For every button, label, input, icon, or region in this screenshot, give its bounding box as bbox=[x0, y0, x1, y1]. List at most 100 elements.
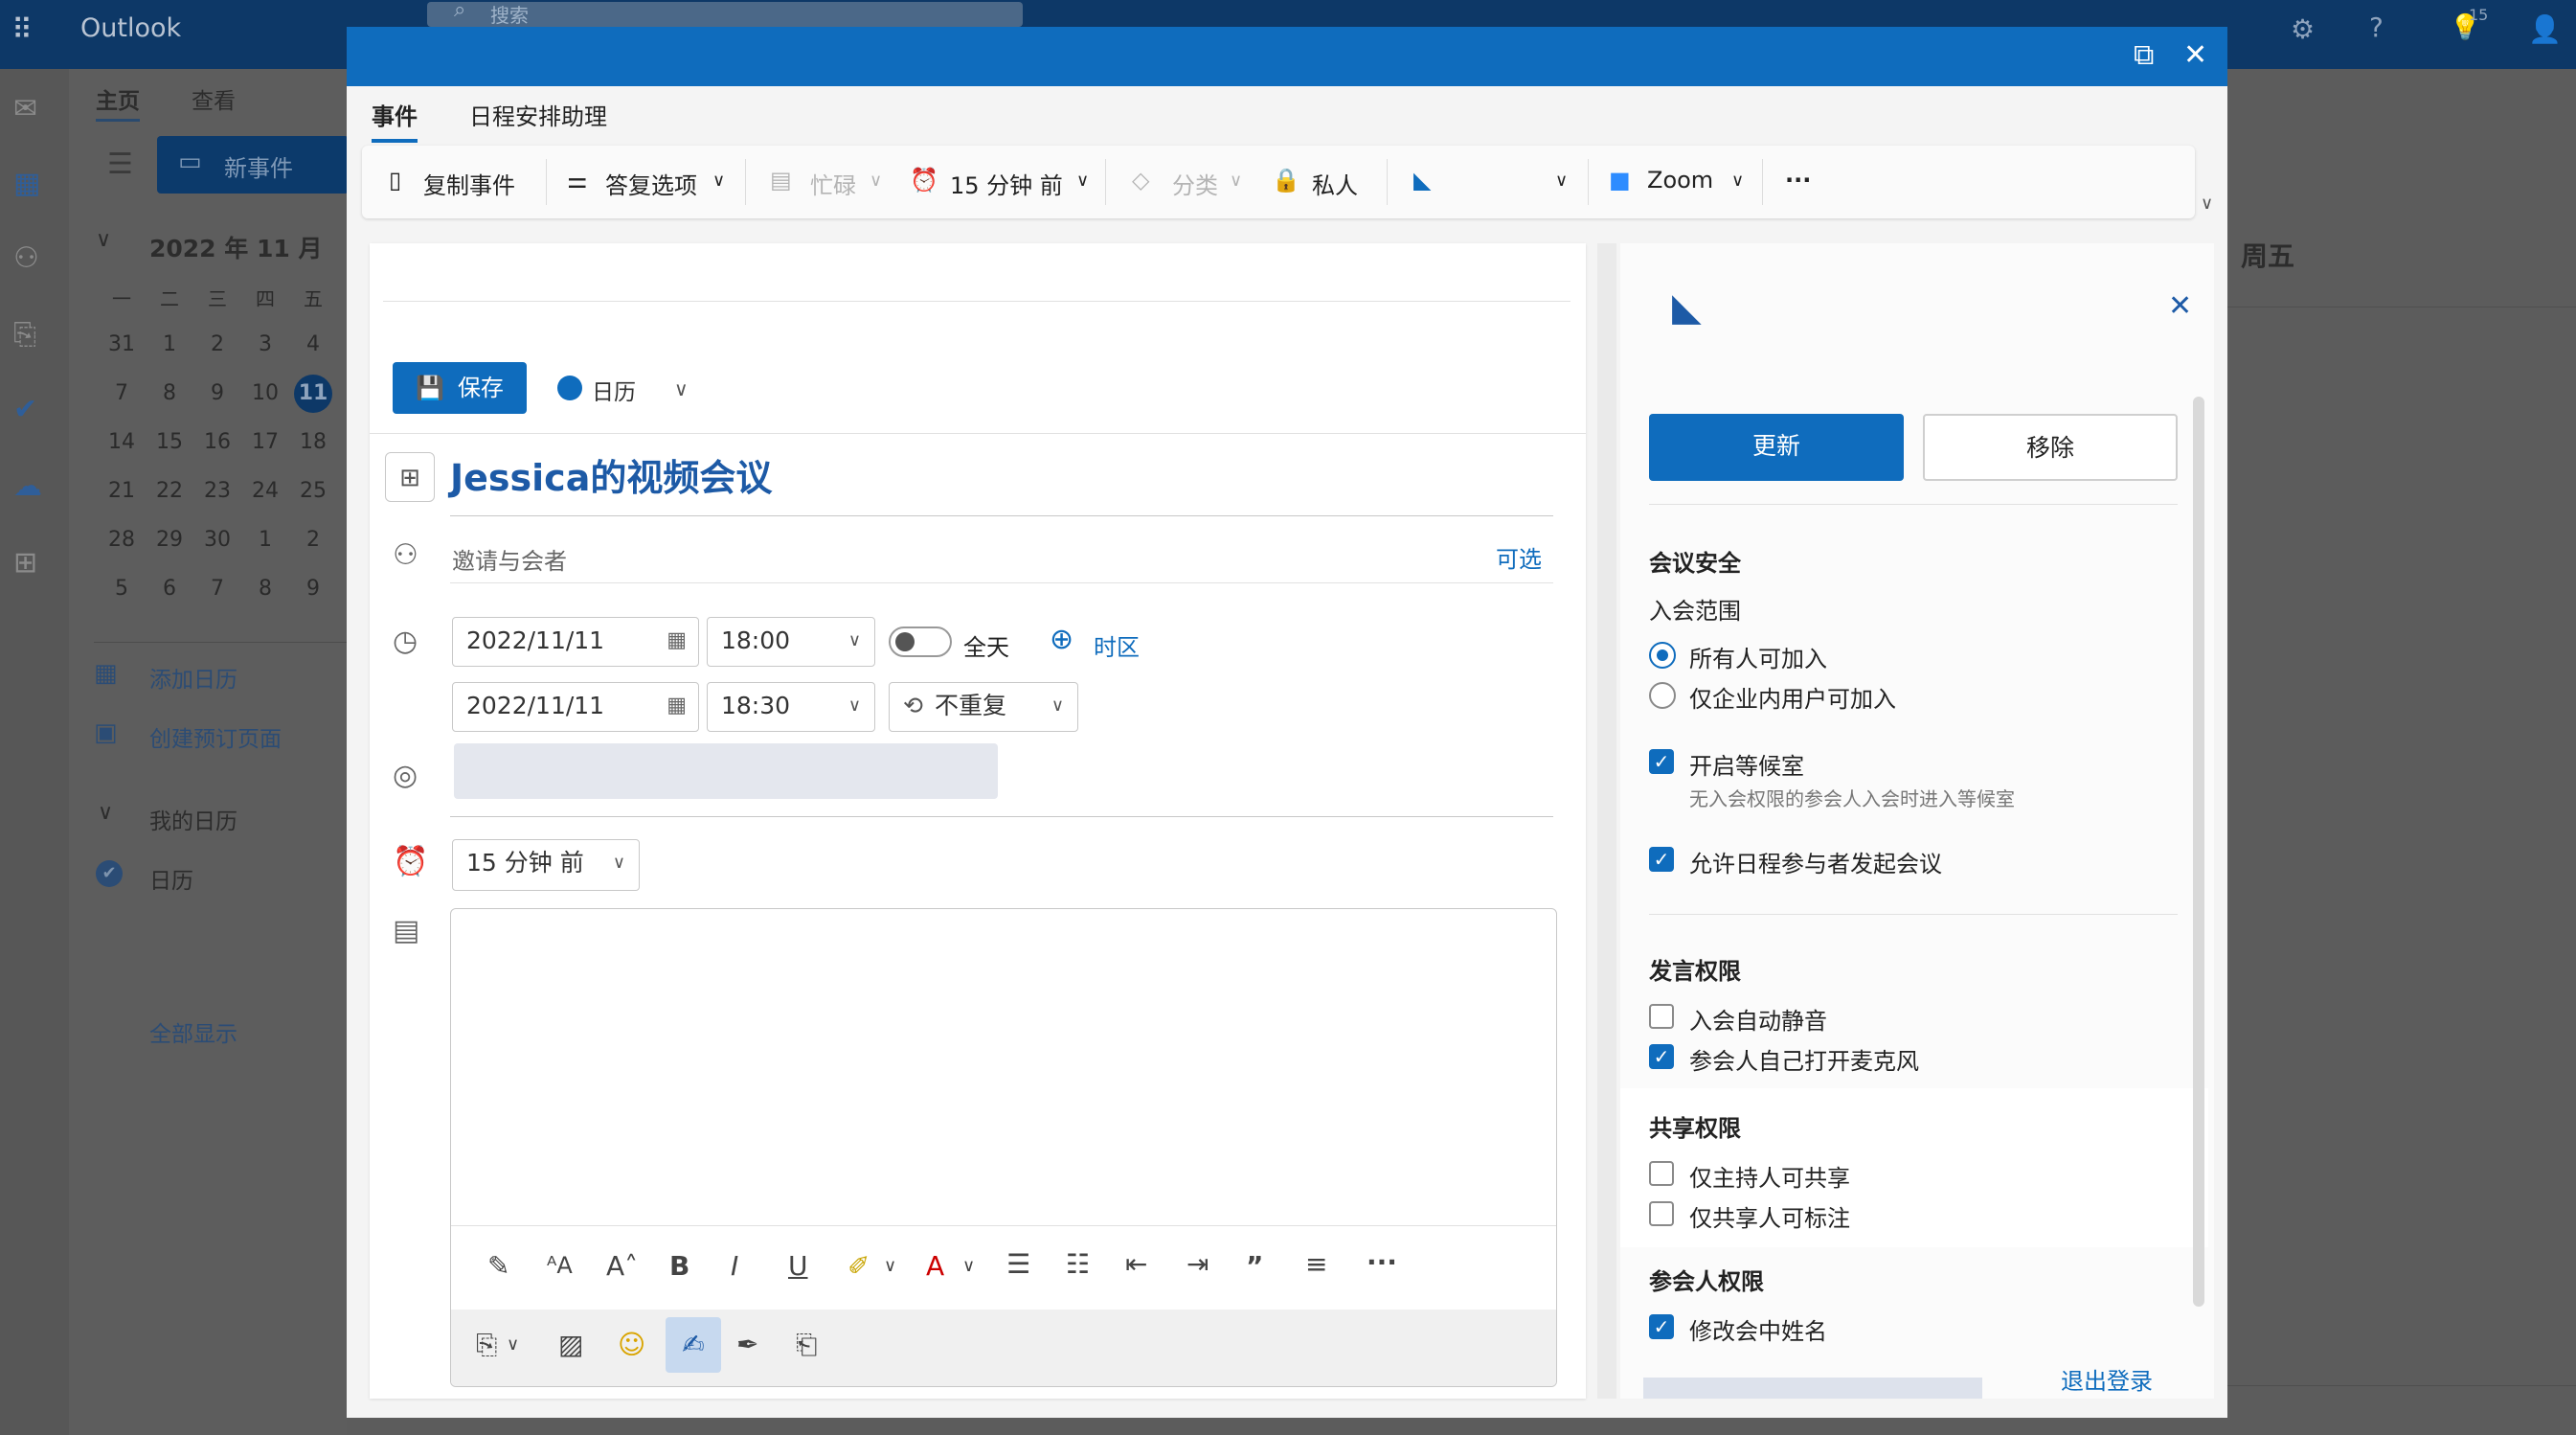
align-icon[interactable]: ≡ bbox=[1305, 1248, 1327, 1280]
help-icon[interactable]: ? bbox=[2369, 11, 2384, 43]
calendar-selector[interactable]: 日历 bbox=[592, 374, 636, 406]
bullets-icon[interactable]: ☰ bbox=[1006, 1248, 1030, 1280]
people-icon[interactable]: ⚇ bbox=[13, 241, 39, 275]
end-date-input[interactable]: 2022/11/11 ▦ bbox=[452, 682, 699, 732]
waiting-room-checkbox[interactable]: ✓ bbox=[1649, 749, 1674, 774]
event-type-icon[interactable]: ⊞ bbox=[385, 452, 435, 502]
signature-icon[interactable]: ✒ bbox=[736, 1329, 758, 1360]
day-cell[interactable]: 4 bbox=[289, 320, 337, 369]
chevron-down-icon[interactable]: ∨ bbox=[712, 171, 725, 191]
expand-ribbon-icon[interactable]: ∨ bbox=[2201, 194, 2213, 214]
editor-icon[interactable]: ✍ bbox=[666, 1317, 721, 1373]
numbering-icon[interactable]: ☷ bbox=[1066, 1248, 1090, 1280]
start-time-select[interactable]: 18:00 ∨ bbox=[707, 617, 875, 667]
more-formatting-icon[interactable]: ··· bbox=[1367, 1246, 1397, 1278]
chevron-down-icon[interactable]: ∨ bbox=[507, 1334, 519, 1355]
day-cell[interactable]: 8 bbox=[146, 369, 193, 418]
calendar-check-icon[interactable]: ✔ bbox=[96, 860, 123, 887]
mail-icon[interactable]: ✉ bbox=[13, 92, 37, 125]
day-cell[interactable]: 25 bbox=[289, 467, 337, 515]
body-editor[interactable]: ✎ ᴬA A˄ B I U ✐ ∨ A ∨ ☰ ☷ ⇤ ⇥ ” ≡ ··· ⎘ … bbox=[450, 908, 1557, 1387]
date-picker-icon[interactable]: ▦ bbox=[667, 618, 687, 664]
meeting-addin-logo-icon[interactable]: ◣ bbox=[1413, 167, 1431, 194]
app-launcher-icon[interactable]: ⠿ bbox=[11, 13, 33, 47]
tab-event[interactable]: 事件 bbox=[372, 98, 418, 143]
join-internal-radio[interactable] bbox=[1649, 682, 1676, 709]
self-unmute-checkbox[interactable]: ✓ bbox=[1649, 1044, 1674, 1069]
chevron-down-icon[interactable]: ∨ bbox=[1230, 171, 1242, 191]
all-day-toggle[interactable] bbox=[889, 626, 952, 657]
chevron-down-icon[interactable]: ∨ bbox=[1555, 171, 1568, 191]
mute-on-entry-checkbox[interactable] bbox=[1649, 1004, 1674, 1029]
day-cell[interactable]: 2 bbox=[193, 320, 241, 369]
tab-view[interactable]: 查看 bbox=[192, 82, 236, 115]
zoom-button[interactable]: Zoom bbox=[1647, 167, 1713, 194]
increase-indent-icon[interactable]: ⇥ bbox=[1186, 1248, 1209, 1280]
pane-splitter[interactable] bbox=[1597, 243, 1616, 1399]
close-icon[interactable]: ✕ bbox=[2183, 38, 2207, 72]
quote-icon[interactable]: ” bbox=[1246, 1250, 1263, 1282]
busy-dropdown[interactable]: 忙碌 bbox=[810, 167, 856, 200]
underline-icon[interactable]: U bbox=[788, 1250, 808, 1282]
onedrive-icon[interactable]: ☁ bbox=[13, 469, 42, 503]
copy-event-button[interactable]: 复制事件 bbox=[423, 167, 515, 200]
sharer-only-annotate-checkbox[interactable] bbox=[1649, 1201, 1674, 1226]
italic-icon[interactable]: I bbox=[731, 1250, 738, 1282]
day-cell-today[interactable]: 11 bbox=[289, 369, 337, 418]
private-toggle[interactable]: 私人 bbox=[1312, 167, 1358, 200]
day-cell[interactable]: 5 bbox=[98, 564, 146, 613]
attach-file-icon[interactable]: ⎘ bbox=[476, 1329, 497, 1361]
font-color-icon[interactable]: A bbox=[926, 1250, 944, 1282]
templates-icon[interactable]: ⎗ bbox=[796, 1329, 817, 1361]
highlight-icon[interactable]: ✐ bbox=[847, 1250, 870, 1282]
chevron-down-icon[interactable]: ∨ bbox=[1731, 171, 1744, 191]
todo-icon[interactable]: ✔ bbox=[13, 393, 37, 426]
popout-icon[interactable]: ⧉ bbox=[2134, 38, 2154, 72]
more-options-button[interactable]: ··· bbox=[1785, 167, 1811, 194]
chevron-down-icon[interactable]: ∨ bbox=[98, 801, 113, 825]
day-cell[interactable]: 21 bbox=[98, 467, 146, 515]
apps-icon[interactable]: ⊞ bbox=[13, 546, 37, 580]
attachment-icon[interactable]: ⎘ bbox=[13, 318, 36, 352]
day-cell[interactable]: 31 bbox=[98, 320, 146, 369]
repeat-select[interactable]: ⟲ 不重复 ∨ bbox=[889, 682, 1078, 732]
save-button[interactable]: 💾 保存 bbox=[393, 362, 527, 414]
bold-icon[interactable]: B bbox=[669, 1250, 689, 1282]
day-cell[interactable]: 17 bbox=[241, 418, 289, 467]
logout-link[interactable]: 退出登录 bbox=[2061, 1362, 2153, 1396]
menu-icon[interactable]: ☰ bbox=[107, 148, 133, 181]
day-cell[interactable]: 8 bbox=[241, 564, 289, 613]
pane-scrollbar[interactable] bbox=[2193, 397, 2204, 1307]
font-size-icon[interactable]: ᴬA bbox=[547, 1252, 573, 1279]
add-calendar-link[interactable]: 添加日历 bbox=[149, 661, 237, 694]
event-title[interactable]: Jessica的视频会议 bbox=[450, 448, 772, 501]
settings-icon[interactable]: ⚙ bbox=[2291, 13, 2315, 45]
allow-attendee-start-checkbox[interactable]: ✓ bbox=[1649, 847, 1674, 872]
host-only-share-checkbox[interactable] bbox=[1649, 1161, 1674, 1186]
create-booking-page-link[interactable]: 创建预订页面 bbox=[149, 720, 282, 753]
day-cell[interactable]: 28 bbox=[98, 515, 146, 564]
day-cell[interactable]: 9 bbox=[193, 369, 241, 418]
reminder-dropdown[interactable]: 15 分钟 前 bbox=[950, 167, 1063, 200]
day-cell[interactable]: 10 bbox=[241, 369, 289, 418]
calendar-icon[interactable]: ▦ bbox=[13, 167, 40, 200]
day-cell[interactable]: 15 bbox=[146, 418, 193, 467]
day-cell[interactable]: 1 bbox=[241, 515, 289, 564]
chevron-down-icon[interactable]: ∨ bbox=[674, 377, 689, 400]
day-cell[interactable]: 1 bbox=[146, 320, 193, 369]
start-date-input[interactable]: 2022/11/11 ▦ bbox=[452, 617, 699, 667]
day-cell[interactable]: 6 bbox=[146, 564, 193, 613]
show-all-link[interactable]: 全部显示 bbox=[149, 1015, 237, 1048]
timezone-link[interactable]: 时区 bbox=[1094, 628, 1140, 662]
location-field[interactable] bbox=[454, 743, 998, 799]
search-box[interactable]: ⌕ 搜索 bbox=[427, 0, 1023, 27]
categorize-dropdown[interactable]: 分类 bbox=[1172, 167, 1218, 200]
day-cell[interactable]: 3 bbox=[241, 320, 289, 369]
join-all-radio[interactable] bbox=[1649, 642, 1676, 669]
grow-font-icon[interactable]: A˄ bbox=[606, 1250, 638, 1282]
new-event-button[interactable]: ▭ 新事件 bbox=[157, 136, 349, 194]
tab-home[interactable]: 主页 bbox=[96, 82, 140, 122]
day-cell[interactable]: 22 bbox=[146, 467, 193, 515]
chevron-down-icon[interactable]: ∨ bbox=[1076, 171, 1089, 191]
day-cell[interactable]: 7 bbox=[98, 369, 146, 418]
